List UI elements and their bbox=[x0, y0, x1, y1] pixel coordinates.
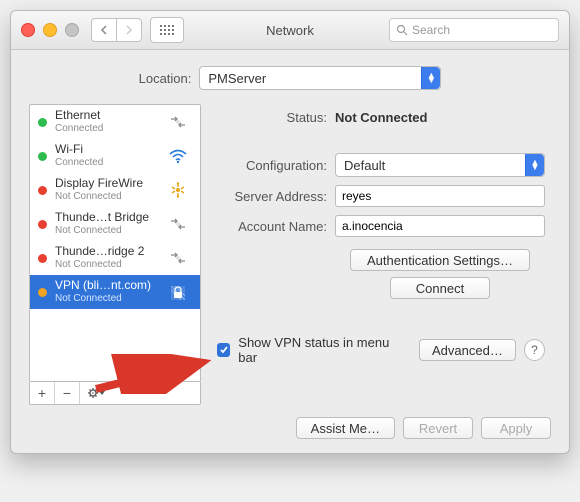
service-list: EthernetConnectedWi-FiConnectedDisplay F… bbox=[29, 104, 201, 382]
assist-me-button[interactable]: Assist Me… bbox=[296, 417, 395, 439]
revert-button[interactable]: Revert bbox=[403, 417, 473, 439]
service-sub: Not Connected bbox=[55, 190, 156, 203]
configuration-label: Configuration: bbox=[217, 158, 327, 173]
service-row-wi-fi[interactable]: Wi-FiConnected bbox=[30, 139, 200, 173]
service-sub: Not Connected bbox=[55, 224, 156, 237]
add-service-button[interactable]: + bbox=[30, 382, 55, 404]
service-sub: Connected bbox=[55, 122, 156, 135]
connect-button[interactable]: Connect bbox=[390, 277, 490, 299]
chevron-updown-icon: ▲▼ bbox=[421, 67, 440, 89]
service-sub: Not Connected bbox=[55, 292, 156, 305]
advanced-button[interactable]: Advanced… bbox=[419, 339, 516, 361]
service-actions-menu[interactable] bbox=[80, 382, 114, 404]
status-dot bbox=[38, 288, 47, 297]
service-row-ethernet[interactable]: EthernetConnected bbox=[30, 105, 200, 139]
check-icon bbox=[219, 345, 229, 355]
zoom-button[interactable] bbox=[65, 23, 79, 37]
service-name: Thunde…t Bridge bbox=[55, 211, 156, 224]
service-name: VPN (bli…nt.com) bbox=[55, 279, 156, 292]
status-value: Not Connected bbox=[335, 110, 427, 125]
service-name: Thunde…ridge 2 bbox=[55, 245, 156, 258]
forward-button[interactable] bbox=[117, 19, 141, 41]
service-sub: Connected bbox=[55, 156, 156, 169]
status-dot bbox=[38, 152, 47, 161]
location-label: Location: bbox=[139, 71, 192, 86]
titlebar: Network Search bbox=[11, 11, 569, 50]
service-row-thunde-ridge-2[interactable]: Thunde…ridge 2Not Connected bbox=[30, 241, 200, 275]
account-name-field[interactable] bbox=[335, 215, 545, 237]
server-address-field[interactable] bbox=[335, 185, 545, 207]
account-name-label: Account Name: bbox=[217, 219, 327, 234]
back-button[interactable] bbox=[92, 19, 117, 41]
service-row-display-firewire[interactable]: Display FireWireNot Connected bbox=[30, 173, 200, 207]
gear-icon bbox=[87, 387, 107, 399]
wifi-icon bbox=[164, 148, 192, 164]
status-dot bbox=[38, 118, 47, 127]
status-dot bbox=[38, 186, 47, 195]
service-row-thunde-t-bridge[interactable]: Thunde…t BridgeNot Connected bbox=[30, 207, 200, 241]
search-icon bbox=[396, 24, 408, 36]
location-popup[interactable]: PMServer ▲▼ bbox=[199, 66, 441, 90]
close-button[interactable] bbox=[21, 23, 35, 37]
network-prefs-window: Network Search Location: PMServer ▲▼ Eth… bbox=[10, 10, 570, 454]
remove-service-button[interactable]: − bbox=[55, 382, 80, 404]
nav-back-forward bbox=[91, 18, 142, 42]
list-action-bar: + − bbox=[29, 382, 201, 405]
apply-button[interactable]: Apply bbox=[481, 417, 551, 439]
help-button[interactable]: ? bbox=[524, 339, 545, 361]
arrows-icon bbox=[164, 250, 192, 266]
service-name: Display FireWire bbox=[55, 177, 156, 190]
service-name: Wi-Fi bbox=[55, 143, 156, 156]
show-status-label: Show VPN status in menu bar bbox=[238, 335, 403, 365]
status-dot bbox=[38, 254, 47, 263]
service-sub: Not Connected bbox=[55, 258, 156, 271]
show-all-button[interactable] bbox=[150, 17, 184, 43]
firewire-icon bbox=[164, 182, 192, 198]
arrows-icon bbox=[164, 216, 192, 232]
server-address-label: Server Address: bbox=[217, 189, 327, 204]
minimize-button[interactable] bbox=[43, 23, 57, 37]
configuration-popup[interactable]: Default ▲▼ bbox=[335, 153, 545, 177]
show-status-checkbox[interactable] bbox=[217, 343, 230, 357]
window-controls bbox=[21, 23, 79, 37]
service-row-vpn-bli-nt-com-[interactable]: VPN (bli…nt.com)Not Connected bbox=[30, 275, 200, 309]
grid-icon bbox=[160, 25, 174, 35]
status-label: Status: bbox=[217, 110, 327, 125]
search-field[interactable]: Search bbox=[389, 18, 559, 42]
arrows-icon bbox=[164, 114, 192, 130]
chevron-updown-icon: ▲▼ bbox=[525, 154, 544, 176]
authentication-settings-button[interactable]: Authentication Settings… bbox=[350, 249, 530, 271]
service-name: Ethernet bbox=[55, 109, 156, 122]
lock-icon bbox=[164, 282, 192, 302]
status-dot bbox=[38, 220, 47, 229]
